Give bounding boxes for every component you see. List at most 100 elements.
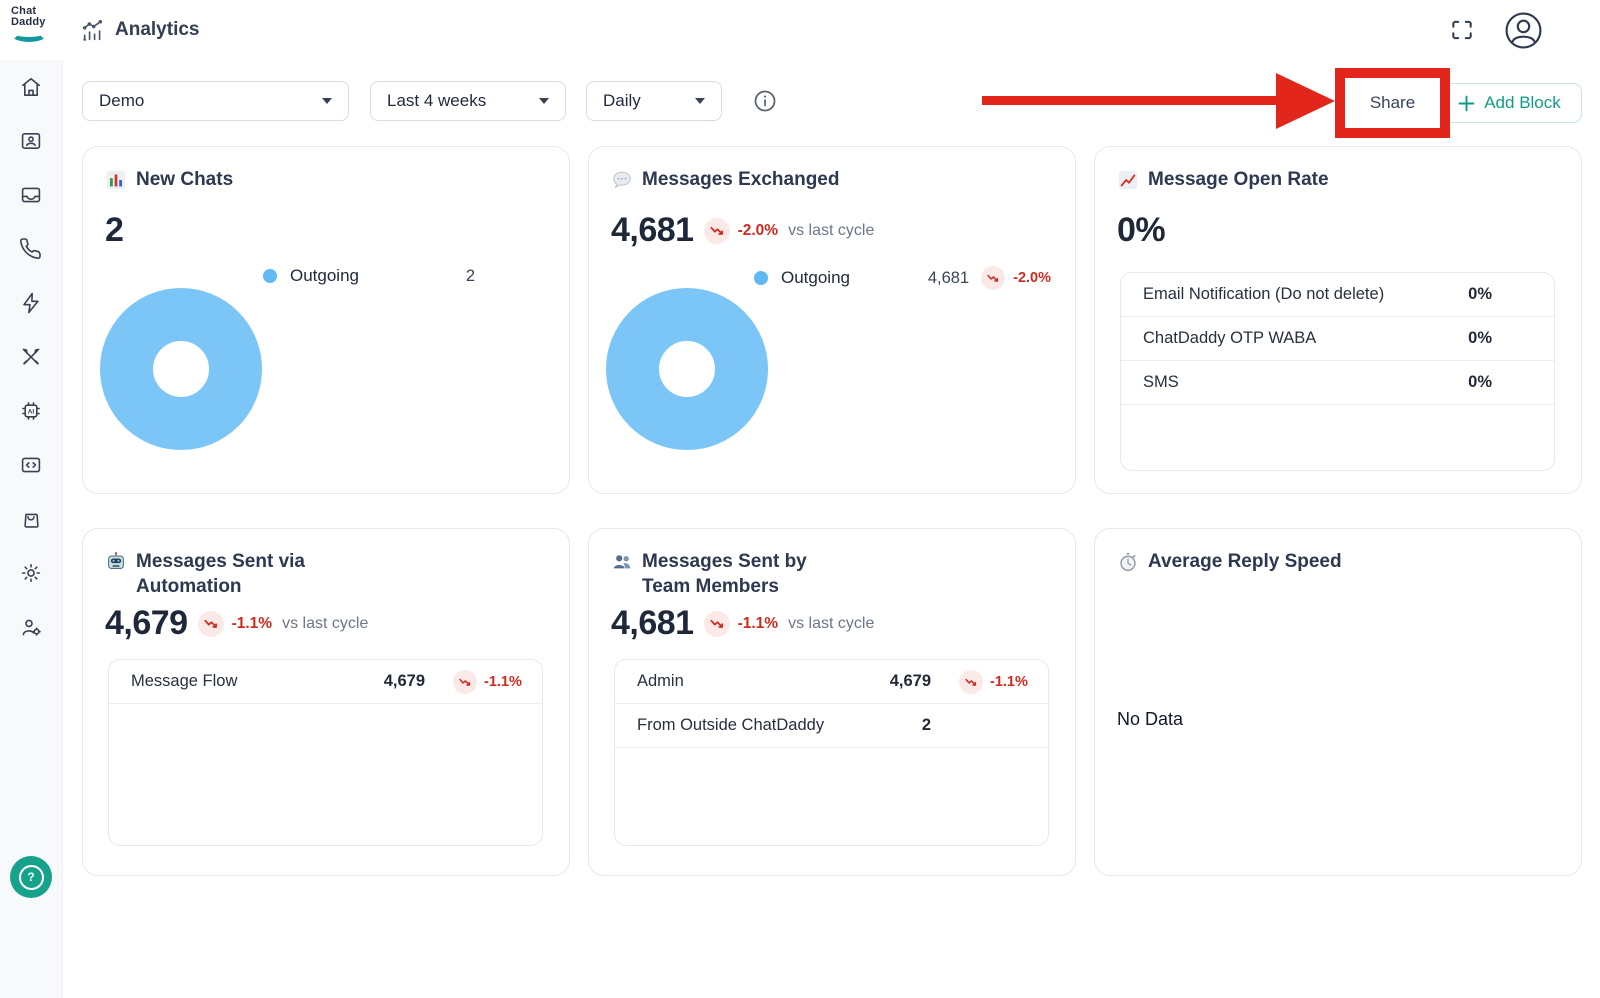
- ai-chip-icon: AI: [19, 399, 43, 423]
- breakdown-table: Email Notification (Do not delete) 0% Ch…: [1120, 272, 1555, 471]
- legend-dot: [263, 269, 277, 283]
- metric-value: 0%: [1117, 211, 1165, 250]
- info-icon[interactable]: [752, 88, 778, 114]
- logo-text-line2: Daddy: [11, 17, 61, 28]
- card-title: Messages Exchanged: [611, 167, 839, 192]
- sidebar-item-tools[interactable]: [19, 345, 43, 369]
- annotation-arrow-shaft: [982, 96, 1278, 105]
- metric-value: 4,681: [611, 604, 694, 643]
- empty-state-text: No Data: [1117, 709, 1183, 730]
- legend-label: Outgoing: [781, 268, 850, 288]
- card-messages-automation: Messages Sent via Automation 4,679 -1.1%…: [82, 528, 570, 876]
- contact-card-icon: [19, 129, 43, 153]
- svg-text:AI: AI: [28, 408, 35, 415]
- table-row: Admin 4,679 -1.1%: [615, 660, 1048, 704]
- breakdown-table: Admin 4,679 -1.1% From Outside ChatDaddy…: [614, 659, 1049, 846]
- delta-badge: -2.0%: [704, 218, 779, 244]
- chatdaddy-logo[interactable]: Chat Daddy: [11, 6, 61, 42]
- stopwatch-emoji: [1117, 551, 1139, 573]
- sidebar-item-ai[interactable]: AI: [19, 399, 43, 423]
- card-new-chats: New Chats 2 Outgoing 2: [82, 146, 570, 494]
- page-title: Analytics: [115, 19, 199, 41]
- trend-down-icon: [704, 218, 730, 244]
- metric-value: 2: [105, 211, 123, 250]
- sidebar-item-team[interactable]: [19, 615, 43, 639]
- trend-down-icon: [198, 611, 224, 637]
- date-range-select-value: Last 4 weeks: [387, 91, 486, 111]
- sidebar-item-home[interactable]: [19, 75, 43, 99]
- card-average-reply-speed: Average Reply Speed No Data: [1094, 528, 1582, 876]
- question-mark-icon: ?: [19, 865, 44, 890]
- sidebar-item-automations[interactable]: [19, 291, 43, 315]
- delta-note: vs last cycle: [282, 615, 368, 633]
- add-block-button[interactable]: Add Block: [1437, 83, 1582, 123]
- metric-value: 4,681: [611, 211, 694, 250]
- trend-down-icon: [704, 611, 730, 637]
- busts-in-silhouette-emoji: [611, 551, 633, 573]
- home-icon: [19, 75, 43, 99]
- table-row: Email Notification (Do not delete) 0%: [1121, 273, 1554, 317]
- table-row: Message Flow 4,679 -1.1%: [109, 660, 542, 704]
- chevron-down-icon: [539, 98, 549, 104]
- breakdown-table: Message Flow 4,679 -1.1%: [108, 659, 543, 846]
- chevron-down-icon: [695, 98, 705, 104]
- legend-row: Outgoing 4,681 -2.0%: [754, 266, 1051, 290]
- delta-badge: -2.0%: [981, 266, 1051, 290]
- analytics-page: Chat Daddy Analytics: [0, 0, 1600, 998]
- delta-note: vs last cycle: [788, 615, 874, 633]
- speech-balloon-emoji: [611, 169, 633, 191]
- sidebar-item-integrations[interactable]: [19, 453, 43, 477]
- top-bar: Chat Daddy Analytics: [0, 0, 1600, 60]
- trend-down-icon: [453, 670, 477, 694]
- phone-icon: [19, 237, 43, 261]
- delta-badge: -1.1%: [453, 670, 526, 694]
- workspace-select-value: Demo: [99, 91, 144, 111]
- granularity-select[interactable]: Daily: [586, 81, 722, 121]
- legend-label: Outgoing: [290, 266, 359, 286]
- fullscreen-icon[interactable]: [1449, 17, 1475, 43]
- legend-row: Outgoing 2: [263, 266, 545, 286]
- bar-chart-emoji: [105, 169, 127, 191]
- sidebar-item-calls[interactable]: [19, 237, 43, 261]
- lightning-icon: [19, 291, 43, 315]
- share-button[interactable]: Share: [1370, 93, 1415, 113]
- tools-icon: [19, 345, 43, 369]
- legend-value: 2: [466, 267, 475, 286]
- donut-chart: [606, 288, 768, 450]
- sidebar-item-inbox[interactable]: [19, 183, 43, 207]
- card-title: Average Reply Speed: [1117, 549, 1342, 574]
- trend-down-icon: [959, 670, 983, 694]
- logo-smile-arc: [11, 27, 47, 42]
- sidebar-item-shop[interactable]: [19, 507, 43, 531]
- card-title: Messages Sent via Automation: [105, 549, 305, 599]
- legend-dot: [754, 271, 768, 285]
- chevron-down-icon: [322, 98, 332, 104]
- date-range-select[interactable]: Last 4 weeks: [370, 81, 566, 121]
- card-title: Message Open Rate: [1117, 167, 1329, 192]
- inbox-icon: [19, 183, 43, 207]
- delta-badge: -1.1%: [198, 611, 273, 637]
- metric-value: 4,679: [105, 604, 188, 643]
- user-avatar-icon[interactable]: [1503, 10, 1544, 51]
- help-button[interactable]: ?: [10, 856, 52, 898]
- shop-bag-icon: [19, 507, 43, 531]
- robot-emoji: [105, 551, 127, 573]
- delta-note: vs last cycle: [788, 222, 874, 240]
- annotation-arrow-head: [1276, 73, 1335, 129]
- plus-icon: [1458, 95, 1475, 112]
- table-row: ChatDaddy OTP WABA 0%: [1121, 317, 1554, 361]
- legend-value: 4,681: [928, 269, 969, 288]
- chart-increasing-emoji: [1117, 169, 1139, 191]
- sidebar-item-contacts[interactable]: [19, 129, 43, 153]
- card-title: New Chats: [105, 167, 233, 192]
- workspace-select[interactable]: Demo: [82, 81, 349, 121]
- card-title: Messages Sent by Team Members: [611, 549, 807, 599]
- sidebar-item-settings[interactable]: [19, 561, 43, 585]
- annotation-rectangle: Share: [1335, 68, 1450, 138]
- delta-badge: -1.1%: [959, 670, 1032, 694]
- analytics-chart-icon: [80, 18, 105, 43]
- card-message-open-rate: Message Open Rate 0% Email Notification …: [1094, 146, 1582, 494]
- card-messages-team: Messages Sent by Team Members 4,681 -1.1…: [588, 528, 1076, 876]
- table-row: From Outside ChatDaddy 2: [615, 704, 1048, 748]
- delta-badge: -1.1%: [704, 611, 779, 637]
